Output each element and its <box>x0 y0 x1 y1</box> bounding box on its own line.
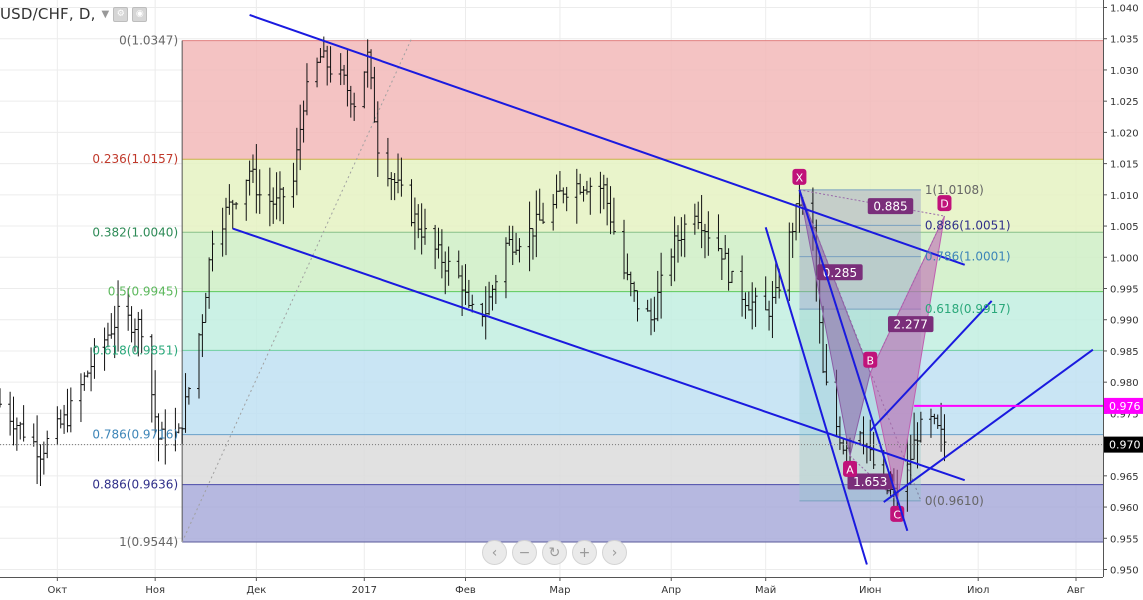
x-axis-tick-label: Июн <box>859 585 881 596</box>
fib-level-label: 0.618(0.9851) <box>92 343 178 357</box>
y-axis-tick-label: 0.955 <box>1110 534 1139 545</box>
fib-level-label: 0.236(1.0157) <box>92 152 178 166</box>
y-axis-tick-label: 0.995 <box>1110 285 1139 296</box>
y-axis-tick-label: 0.990 <box>1110 316 1139 327</box>
y-axis-tick-label: 0.950 <box>1110 566 1139 577</box>
minus-icon: − <box>518 545 531 561</box>
zoom-in-button[interactable]: + <box>572 540 597 565</box>
ohlc-bar <box>82 372 87 391</box>
caret-down-icon[interactable]: ▼ <box>102 9 110 20</box>
current-price-tag-label: 0.970 <box>1109 439 1141 452</box>
scroll-right-button[interactable]: › <box>602 540 627 565</box>
fib-level-label: 0.382(1.0040) <box>92 225 178 239</box>
fib-level-label: 0(1.0347) <box>119 34 178 48</box>
ohlc-bar <box>129 306 134 343</box>
x-axis-tick-label: Окт <box>47 585 67 596</box>
x-axis-tick-label: 2017 <box>352 585 377 596</box>
ohlc-bar <box>78 373 83 423</box>
fib-box-level-label: 0.786(1.0001) <box>925 250 1011 264</box>
pattern-point-label: A <box>846 463 854 476</box>
x-axis-tick-label: Мар <box>549 585 570 596</box>
fib-level-label: 0.786(0.9716) <box>92 428 178 442</box>
ohlc-bar <box>68 387 73 433</box>
ohlc-bar <box>0 388 2 408</box>
y-axis-tick-label: 1.040 <box>1110 3 1139 14</box>
level-tag-label: 0.976 <box>1109 400 1141 413</box>
y-axis-tick-label: 1.030 <box>1110 66 1139 77</box>
fib-band <box>182 350 1103 435</box>
x-axis-tick-label: Май <box>755 585 776 596</box>
pattern-point-label: X <box>796 171 804 184</box>
reset-button[interactable]: ↻ <box>542 540 567 565</box>
ohlc-bar <box>14 417 19 451</box>
fib-level-label: 0.5(0.9945) <box>108 285 178 299</box>
fib-box-level-label: 1(1.0108) <box>925 183 984 197</box>
fib-box-level-label: 0(0.9610) <box>925 494 984 508</box>
y-axis-tick-label: 1.010 <box>1110 191 1139 202</box>
fib-labels: 0(1.0347) 0.236(1.0157) 0.382(1.0040) 0.5(0… <box>92 34 178 549</box>
y-axis: 0.9500.9550.9600.9650.9700.9750.9800.985… <box>1103 0 1143 600</box>
ratio-label: 2.277 <box>894 318 928 332</box>
ohlc-bar <box>55 406 60 446</box>
pattern-point-label: B <box>866 354 874 367</box>
x-axis-tick-label: Ноя <box>145 585 165 596</box>
y-axis-tick-label: 1.020 <box>1110 128 1139 139</box>
fib-box-level-label: 0.618(0.9917) <box>925 302 1011 316</box>
ratio-label: 0.885 <box>873 200 907 214</box>
fib-retracement <box>181 40 1103 543</box>
chart-canvas[interactable]: 0.2851.6532.2770.885XABCD0(1.0347)0.236(… <box>0 0 1143 600</box>
ohlc-bar <box>62 404 67 434</box>
x-axis-tick-label: Июл <box>967 585 989 596</box>
symbol-label[interactable]: USD/CHF, D, <box>0 5 96 23</box>
zoom-out-button[interactable]: − <box>512 540 537 565</box>
ohlc-bar <box>31 423 36 447</box>
ohlc-bar <box>58 409 63 429</box>
scroll-left-button[interactable]: ‹ <box>482 540 507 565</box>
x-axis-tick-label: Фев <box>455 585 476 596</box>
ohlc-bar <box>11 396 16 446</box>
y-axis-tick-label: 1.015 <box>1110 160 1139 171</box>
fib-box-level-label: 0.886(1.0051) <box>925 218 1011 232</box>
chevron-left-icon: ‹ <box>491 545 498 561</box>
ohlc-bar <box>21 405 26 442</box>
chart-header: USD/CHF, D, ▼ ⚙ ◉ <box>0 4 148 24</box>
y-axis-tick-label: 0.960 <box>1110 503 1139 514</box>
y-axis-tick-label: 1.025 <box>1110 97 1139 108</box>
fib-level-label: 1(0.9544) <box>119 535 178 549</box>
y-axis-tick-label: 0.985 <box>1110 347 1139 358</box>
ohlc-bar <box>41 441 46 475</box>
ohlc-bar <box>85 370 90 378</box>
x-axis-tick-label: Авг <box>1067 585 1085 596</box>
ohlc-bar <box>109 313 114 339</box>
ohlc-bar <box>38 444 43 487</box>
y-axis-tick-label: 0.965 <box>1110 472 1139 483</box>
y-axis-tick-label: 1.000 <box>1110 253 1139 264</box>
y-axis-tick-label: 0.980 <box>1110 378 1139 389</box>
plus-icon: + <box>578 545 591 561</box>
chart-navigation: ‹ − ↻ + › <box>482 540 627 565</box>
chevron-right-icon: › <box>611 545 618 561</box>
reset-icon: ↻ <box>548 545 561 561</box>
y-axis-tick-label: 1.035 <box>1110 35 1139 46</box>
pattern-point-label: D <box>940 198 948 211</box>
fib-level-label: 0.886(0.9636) <box>92 478 178 492</box>
ohlc-bar <box>35 415 40 485</box>
ohlc-bar <box>153 370 158 434</box>
x-axis: Окт Ноя Дек 2017 Фев Мар Апр Май Июн Июл Авг <box>0 577 1143 600</box>
ratio-label: 1.653 <box>853 475 887 489</box>
y-axis-tick-label: 1.005 <box>1110 222 1139 233</box>
gear-icon[interactable]: ⚙ <box>113 6 129 22</box>
fib-band <box>182 291 1103 351</box>
eye-icon[interactable]: ◉ <box>132 6 148 22</box>
x-axis-tick-label: Дек <box>246 585 266 596</box>
x-axis-tick-label: Апр <box>661 585 681 596</box>
